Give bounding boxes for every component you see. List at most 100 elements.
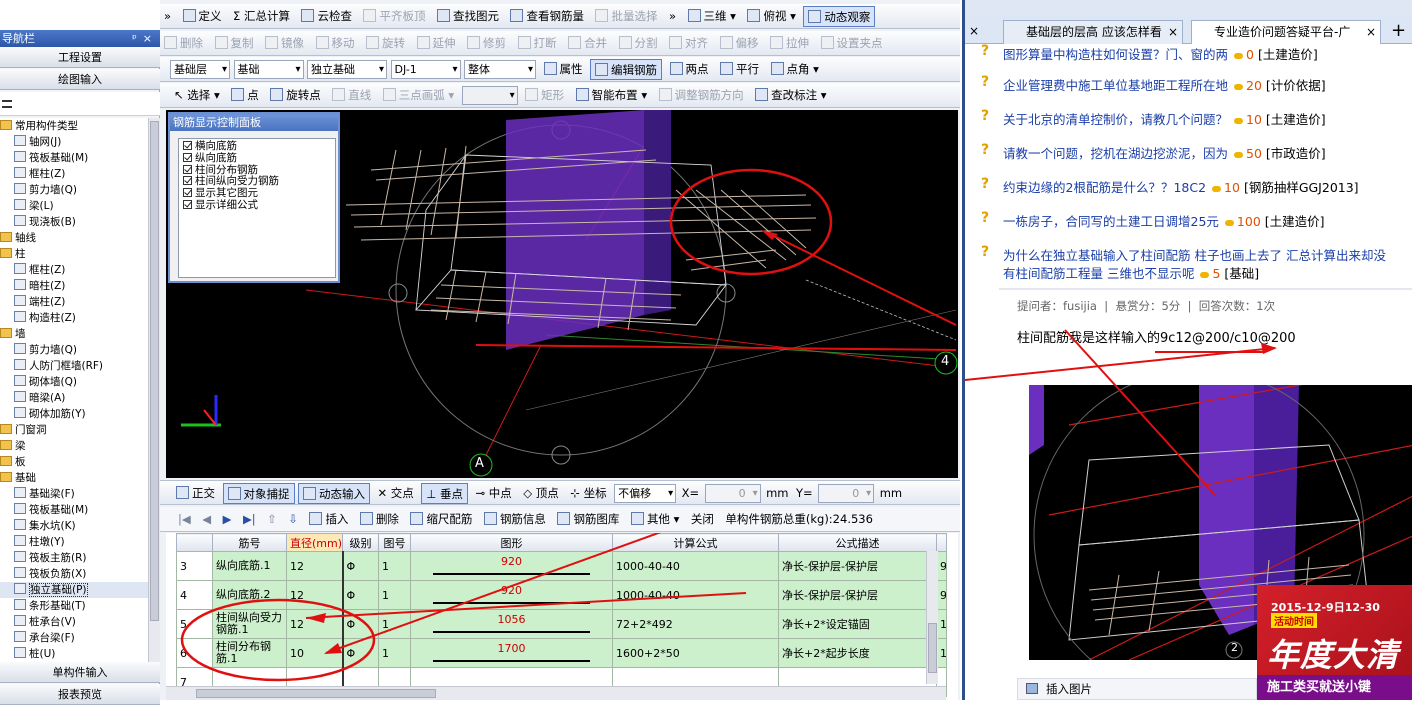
tree-item[interactable]: 承台梁(F) (0, 630, 148, 646)
properties-button[interactable]: 属性 (540, 59, 587, 80)
cell-formula[interactable]: 1000-40-40 (612, 551, 779, 581)
cell-extra[interactable]: 1 (936, 638, 947, 668)
tree-scrollbar[interactable] (148, 118, 160, 680)
check-annotation-button[interactable]: 查改标注 ▾ (751, 85, 830, 106)
parallel-button[interactable]: 平行 (716, 59, 763, 80)
coordinate-snap[interactable]: ⊹ 坐标 (566, 483, 610, 504)
cell-grade[interactable]: Φ (342, 551, 379, 581)
single-component-input-button[interactable]: 单构件输入 (0, 662, 160, 683)
scope-select[interactable]: 整体 (464, 60, 536, 79)
stretch-button[interactable]: 拉伸 (766, 33, 813, 54)
tree-item[interactable]: 暗梁(A) (0, 390, 148, 406)
rotate-point-button[interactable]: 旋转点 (266, 85, 325, 106)
first-record-button[interactable]: |◀ (174, 509, 195, 530)
dynamic-observe-button[interactable]: 动态观察 (803, 6, 876, 27)
scale-rebar-button[interactable]: 缩尺配筋 (406, 509, 476, 530)
cell-formula[interactable]: 1600+2*50 (612, 638, 779, 668)
cell-name[interactable]: 纵向底筋.2 (212, 580, 287, 610)
dynamic-input-toggle[interactable]: 动态输入 (298, 483, 370, 504)
x-input[interactable]: 0 (704, 484, 761, 503)
table-horizontal-scrollbar[interactable] (166, 686, 946, 700)
drawing-input-button[interactable]: 绘图输入 (0, 69, 160, 90)
offset-mode-select[interactable]: 不偏移 (614, 484, 677, 503)
rectangle-button[interactable]: 矩形 (521, 85, 568, 106)
tree-item[interactable]: 板 (0, 454, 148, 470)
cell-formula[interactable]: 1000-40-40 (612, 580, 779, 610)
column-header[interactable] (176, 533, 213, 552)
tree-item[interactable]: 柱墩(Y) (0, 534, 148, 550)
question-link[interactable]: 图形算量中构造柱如何设置？门、窗的两 (1003, 47, 1228, 62)
tree-item[interactable]: 柱 (0, 246, 148, 262)
point-angle-button[interactable]: 点角 ▾ (767, 59, 823, 80)
tree-item[interactable]: 梁(L) (0, 198, 148, 214)
cell-fig[interactable]: 1 (378, 638, 411, 668)
3d-button[interactable]: 三维 ▾ (684, 6, 740, 27)
point-button[interactable]: 点 (227, 85, 263, 106)
cell-shape[interactable]: 1700 (410, 638, 613, 668)
cell-no[interactable]: 4 (176, 580, 213, 610)
three-point-arc-button[interactable]: 三点画弧 ▾ (379, 85, 458, 106)
pin-icon[interactable]: ᵖ (132, 32, 143, 45)
column-header[interactable]: 级别 (342, 533, 379, 552)
tab-close-icon[interactable]: × (969, 24, 979, 38)
tab-foundation-height[interactable]: 基础层的层高 应该怎样看 × (1003, 20, 1183, 44)
project-settings-button[interactable]: 工程设置 (0, 47, 160, 68)
find-element-button[interactable]: 查找图元 (433, 6, 503, 27)
column-header[interactable]: 图号 (378, 533, 411, 552)
align-top-button[interactable]: 平齐板顶 (359, 6, 429, 27)
cell-desc[interactable]: 净长+2*起步长度 (778, 638, 937, 668)
smart-layout-button[interactable]: 智能布置 ▾ (572, 85, 651, 106)
define-button[interactable]: 定义 (179, 6, 226, 27)
summary-calc-button[interactable]: Σ 汇总计算 (229, 6, 294, 27)
align-button[interactable]: 对齐 (665, 33, 712, 54)
tree-item[interactable]: 剪力墙(Q) (0, 182, 148, 198)
cell-fig[interactable]: 1 (378, 551, 411, 581)
cell-extra[interactable]: 9 (936, 580, 947, 610)
select-button[interactable]: ↖ 选择 ▾ (170, 85, 224, 106)
question-link[interactable]: 为什么在独立基础输入了柱间配筋 柱子也画上去了 汇总计算出来却没 (1003, 248, 1386, 263)
insert-button[interactable]: 插入 (305, 509, 352, 530)
question-link[interactable]: 关于北京的清单控制价，请教几个问题？ (1003, 112, 1228, 127)
cell-formula[interactable]: 72+2*492 (612, 609, 779, 639)
tab-qa-platform[interactable]: 专业造价问题答疑平台-广 × (1191, 20, 1381, 44)
question-link[interactable]: 一栋房子，合同写的土建工日调增25元 (1003, 214, 1219, 229)
cell-extra[interactable]: 1 (936, 609, 947, 639)
column-header[interactable]: 直径(mm) (286, 533, 343, 552)
category-select[interactable]: 基础 (233, 60, 304, 79)
tree-item[interactable]: 独立基础(P) (0, 582, 148, 598)
move-button[interactable]: 移动 (312, 33, 359, 54)
tree-item[interactable]: 构造柱(Z) (0, 310, 148, 326)
column-header[interactable]: 筋号 (212, 533, 287, 552)
column-header[interactable]: 公式描述 (778, 533, 937, 552)
tree-item[interactable]: 筏板负筋(X) (0, 566, 148, 582)
tree-item[interactable]: 轴线 (0, 230, 148, 246)
question-link[interactable]: 约束边缘的2根配筋是什么？？18C2 (1003, 180, 1206, 195)
tree-item[interactable]: 砌体加筋(Y) (0, 406, 148, 422)
close-grid-button[interactable]: 关闭 (687, 509, 718, 530)
y-input[interactable]: 0 (818, 484, 875, 503)
tree-item[interactable]: 筏板基础(M) (0, 502, 148, 518)
extend-button[interactable]: 延伸 (413, 33, 460, 54)
rebar-info-button[interactable]: 钢筋信息 (480, 509, 550, 530)
tab-close-icon[interactable]: × (1366, 21, 1376, 43)
cell-dia[interactable]: 10 (286, 638, 344, 668)
tree-item[interactable]: 集水坑(K) (0, 518, 148, 534)
component-type-select[interactable]: 独立基础 (307, 60, 387, 79)
tree-item[interactable]: 梁 (0, 438, 148, 454)
tree-item[interactable]: 筏板基础(M) (0, 150, 148, 166)
two-point-button[interactable]: 两点 (666, 59, 713, 80)
cell-grade[interactable]: Φ (342, 609, 379, 639)
expand-icon[interactable]: » (160, 6, 175, 27)
new-tab-icon[interactable]: + (1391, 20, 1406, 41)
cell-shape[interactable]: 920 (410, 580, 613, 610)
last-record-button[interactable]: ▶| (239, 509, 260, 530)
offset-button[interactable]: 偏移 (716, 33, 763, 54)
cell-dia[interactable]: 12 (286, 580, 344, 610)
display-checkbox[interactable]: 显示详细公式 (183, 199, 331, 212)
table-vertical-scrollbar[interactable] (926, 551, 938, 684)
close-icon[interactable]: × (143, 32, 158, 45)
trim-button[interactable]: 修剪 (463, 33, 510, 54)
tree-item[interactable]: 轴网(J) (0, 134, 148, 150)
cell-fig[interactable]: 1 (378, 580, 411, 610)
cell-desc[interactable]: 净长-保护层-保护层 (778, 580, 937, 610)
